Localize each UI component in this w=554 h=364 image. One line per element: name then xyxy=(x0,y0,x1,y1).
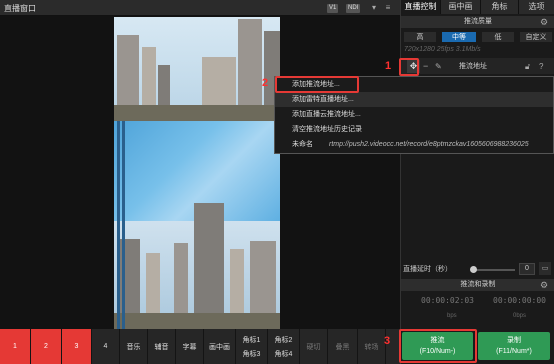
menu-icon[interactable]: ≡ xyxy=(383,3,393,13)
window-title: 直播窗口 xyxy=(4,4,36,13)
quality-medium[interactable]: 中等 xyxy=(441,31,477,43)
tab-pip[interactable]: 画中画 xyxy=(441,0,481,14)
fade-black-button[interactable]: 叠黑 xyxy=(328,329,358,364)
menu-add-leite-url[interactable]: 添加雷特直播地址... xyxy=(275,92,553,107)
push-bitrate: bps xyxy=(447,313,457,319)
record-gear-icon[interactable]: ⚙ xyxy=(540,279,552,291)
scene-2-button[interactable]: 2 xyxy=(31,329,62,364)
pip-button[interactable]: 画中画 xyxy=(204,329,236,364)
music-button[interactable]: 音乐 xyxy=(120,329,148,364)
corner-mark-1-button[interactable]: 角标1 xyxy=(243,335,261,345)
scene-4-button[interactable]: 4 xyxy=(92,329,120,364)
quality-custom[interactable]: 自定义 xyxy=(519,31,553,43)
bottom-toolbar: 1 2 3 4 音乐 辅音 字幕 画中画 角标1 角标3 角标2 角标4 硬切 … xyxy=(0,329,400,364)
record-button[interactable]: 录制 (F11/Num*) xyxy=(478,332,550,360)
voice-button[interactable]: 辅音 xyxy=(148,329,176,364)
annotation-box-2 xyxy=(275,76,359,93)
record-header: 推流和录制 xyxy=(401,279,554,291)
live-preview-image xyxy=(114,17,280,329)
push-timer: 00:00:02:03 xyxy=(421,296,474,305)
annotation-number-2: 2 xyxy=(262,77,269,89)
quality-low[interactable]: 低 xyxy=(481,31,515,43)
saved-url-name: 未命名 xyxy=(292,141,313,148)
quality-header: 推流质量 xyxy=(401,16,554,28)
ndi-badge[interactable]: NDI xyxy=(346,4,361,13)
push-url-label: 推流地址 xyxy=(459,63,487,70)
delay-label: 直播延时（秒） xyxy=(403,266,452,273)
record-button-shortcut: (F11/Num*) xyxy=(496,348,532,355)
annotation-number-3: 3 xyxy=(384,335,391,347)
edit-icon[interactable]: ✎ xyxy=(435,60,445,73)
delay-slider[interactable] xyxy=(471,269,515,271)
corner-mark-2-button[interactable]: 角标2 xyxy=(275,335,293,345)
tab-options[interactable]: 选项 xyxy=(519,0,554,14)
tab-live-control[interactable]: 直播控制 xyxy=(401,0,441,14)
dropdown-icon[interactable]: ▾ xyxy=(369,3,379,13)
record-bitrate: 0bps xyxy=(513,313,527,319)
record-timer: 00:00:00:00 xyxy=(493,296,546,305)
gear-icon[interactable]: ⚙ xyxy=(540,16,552,28)
annotation-box-3 xyxy=(399,329,477,363)
corner-mark-4-button[interactable]: 角标4 xyxy=(275,349,293,359)
saved-url-value: rtmp://push2.videocc.net/record/e8ptmzck… xyxy=(329,141,529,148)
menu-add-cloud-url[interactable]: 添加直播云推流地址... xyxy=(275,107,553,122)
delay-slider-handle[interactable] xyxy=(470,266,477,273)
quality-info: 720x1280 25fps 3.1Mb/s xyxy=(404,46,481,53)
corner-mark-3-button[interactable]: 角标3 xyxy=(243,349,261,359)
annotation-number-1: 1 xyxy=(385,60,392,72)
subtitle-button[interactable]: 字幕 xyxy=(176,329,204,364)
corner-mark-group-b: 角标2 角标4 xyxy=(268,329,300,364)
v1-badge[interactable]: V1 xyxy=(327,4,339,13)
control-panel: 直播控制 画中画 角标 选项 推流质量 ⚙ 高 中等 低 自定义 720x128… xyxy=(400,0,554,364)
tab-corner-mark[interactable]: 角标 xyxy=(481,0,519,14)
scene-3-button[interactable]: 3 xyxy=(62,329,92,364)
quality-high[interactable]: 高 xyxy=(403,31,437,43)
transition-button[interactable]: 转场 xyxy=(358,329,386,364)
lock-icon[interactable]: 🔓︎ xyxy=(525,60,535,73)
monitor-icon[interactable]: ▭ xyxy=(539,262,551,275)
hard-cut-button[interactable]: 硬切 xyxy=(300,329,328,364)
corner-mark-group-a: 角标1 角标3 xyxy=(236,329,268,364)
menu-saved-url[interactable]: 未命名 rtmp://push2.videocc.net/record/e8pt… xyxy=(275,137,553,152)
delay-input[interactable]: 0 xyxy=(519,263,535,275)
scene-1-button[interactable]: 1 xyxy=(0,329,31,364)
minus-icon[interactable]: − xyxy=(423,60,431,73)
annotation-box-1 xyxy=(399,58,419,76)
record-button-label: 录制 xyxy=(507,337,521,344)
menu-clear-history[interactable]: 清空推流地址历史记录 xyxy=(275,122,553,137)
preview-title-bar: 直播窗口 V1 NDI ▾ ≡ xyxy=(0,0,400,16)
help-icon[interactable]: ? xyxy=(539,60,551,73)
